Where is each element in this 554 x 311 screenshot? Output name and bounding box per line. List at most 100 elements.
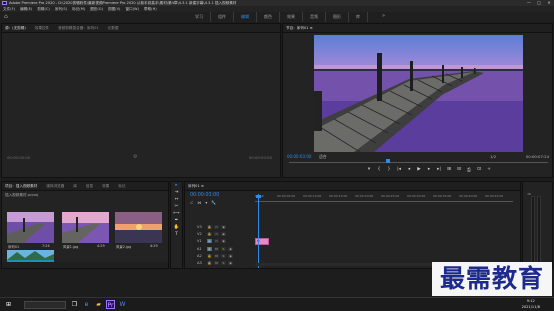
record-button[interactable]: ◉	[228, 246, 233, 251]
menu-help[interactable]: 帮助(H)	[144, 7, 157, 12]
track-header-a3[interactable]: A3 🔒 M S ◉	[197, 259, 255, 266]
export-frame-button[interactable]: ⎙	[464, 167, 474, 173]
workspace-tab-editing[interactable]: 编辑	[234, 12, 257, 22]
menu-markers[interactable]: 标记(M)	[72, 7, 85, 12]
track-header-v3[interactable]: V3 🔒 ▭ ◉	[197, 223, 255, 230]
tab-project[interactable]: 项目：插入视频素材	[5, 184, 37, 189]
track-lock-icon[interactable]: 🔒	[207, 246, 212, 251]
track-sync-icon[interactable]: ▭	[214, 238, 219, 243]
step-back-button[interactable]: ◂	[404, 167, 414, 173]
search-box[interactable]	[24, 301, 66, 309]
play-button[interactable]: ▶	[414, 167, 424, 173]
workspace-tab-learn[interactable]: 学习	[188, 12, 211, 22]
tab-media-browser[interactable]: 媒体浏览器	[46, 184, 64, 189]
step-forward-button[interactable]: ▸	[424, 167, 434, 173]
track-lock-icon[interactable]: 🔒	[207, 231, 212, 236]
record-button[interactable]: ◉	[228, 253, 233, 258]
tab-audio-clip-mixer[interactable]: 音频剪辑混合器：序列01	[58, 26, 99, 31]
menu-sequence[interactable]: 序列(S)	[55, 7, 67, 12]
go-to-in-button[interactable]: |◂	[394, 167, 404, 173]
menu-graphics[interactable]: 图形(G)	[90, 7, 103, 12]
windows-icon[interactable]: ⊞	[4, 300, 13, 309]
tab-metadata[interactable]: 元数据	[108, 26, 119, 31]
program-timecode[interactable]: 00:00:03:00	[287, 154, 311, 159]
record-button[interactable]: ◉	[228, 260, 233, 265]
wrench-icon[interactable]: 🔧	[211, 200, 216, 205]
track-sync-icon[interactable]: ▭	[214, 224, 219, 229]
track-lock-icon[interactable]: 🔒	[207, 238, 212, 243]
program-playhead[interactable]	[386, 159, 390, 163]
track-lock-icon[interactable]: 🔒	[207, 260, 212, 265]
track-eye-icon[interactable]: ◉	[221, 238, 226, 243]
tab-markers[interactable]: 标记	[118, 184, 125, 189]
menu-view[interactable]: 视图(V)	[108, 7, 120, 12]
tab-program[interactable]: 节目：序列01 ≡	[286, 26, 313, 31]
workspace-tab-graphics[interactable]: 图形	[326, 12, 349, 22]
tab-effects[interactable]: 效果	[102, 184, 109, 189]
track-lock-icon[interactable]: 🔒	[207, 253, 212, 258]
program-time-ruler[interactable]	[289, 162, 548, 164]
menu-window[interactable]: 窗口(W)	[125, 7, 139, 12]
button-editor-button[interactable]: +	[484, 167, 494, 173]
ripple-edit-tool-icon[interactable]: ↔	[171, 196, 182, 203]
source-timecode[interactable]: 00:00:00:00	[7, 155, 30, 160]
track-eye-icon[interactable]: ◉	[221, 231, 226, 236]
tab-libraries[interactable]: 库	[73, 184, 77, 189]
track-header-v1[interactable]: V1 🔒 ▭ ◉	[197, 237, 255, 244]
timeline-playhead[interactable]	[258, 194, 259, 268]
slip-tool-icon[interactable]: ⟷	[171, 210, 182, 217]
word-icon[interactable]: W	[118, 300, 127, 309]
workspace-tab-effects[interactable]: 效果	[280, 12, 303, 22]
track-header-a2[interactable]: A2 🔒 M S ◉	[197, 252, 255, 259]
track-header-a1[interactable]: A1 🔒 M S ◉	[197, 245, 255, 252]
tab-sequence[interactable]: 序列01 ≡	[188, 184, 204, 189]
tab-info[interactable]: 信息	[86, 184, 93, 189]
system-clock[interactable]: 9:12 2021/11/8	[522, 299, 540, 310]
type-tool-icon[interactable]: T	[171, 231, 182, 238]
tab-source[interactable]: 源：(无剪辑)	[5, 26, 26, 31]
solo-button[interactable]: S	[221, 246, 226, 251]
compare-view-button[interactable]: ⊡	[474, 167, 484, 173]
solo-button[interactable]: S	[221, 260, 226, 265]
menu-file[interactable]: 文件(F)	[3, 7, 15, 12]
workspace-more-button[interactable]: »	[382, 13, 385, 19]
workspace-tab-libraries[interactable]: 库	[349, 12, 368, 22]
track-select-tool-icon[interactable]: ⇥	[171, 189, 182, 196]
add-marker-icon[interactable]: ▾	[205, 200, 207, 205]
track-eye-icon[interactable]: ◉	[221, 224, 226, 229]
track-lock-icon[interactable]: 🔒	[207, 224, 212, 229]
mute-button[interactable]: M	[214, 260, 219, 265]
mute-button[interactable]: M	[214, 253, 219, 258]
hand-tool-icon[interactable]: ✋	[171, 224, 182, 231]
snap-icon[interactable]: ⊂	[190, 200, 193, 205]
explorer-icon[interactable]: ▰	[94, 300, 103, 309]
project-item-thumbnail[interactable]	[115, 212, 162, 243]
extract-button[interactable]: ⊟	[454, 167, 464, 173]
mute-button[interactable]: M	[214, 246, 219, 251]
solo-button[interactable]: S	[221, 253, 226, 258]
lift-button[interactable]: ⊞	[444, 167, 454, 173]
linked-selection-icon[interactable]: ⋈	[197, 200, 201, 205]
settings-icon[interactable]: ⚙	[133, 154, 137, 160]
premiere-icon[interactable]: Pr	[106, 300, 115, 309]
workspace-tab-audio[interactable]: 音频	[303, 12, 326, 22]
task-view-icon[interactable]: ❐	[70, 300, 79, 309]
go-to-out-button[interactable]: ▸|	[434, 167, 444, 173]
project-item-thumbnail[interactable]	[62, 212, 109, 243]
tab-effect-controls[interactable]: 效果控件	[35, 26, 49, 31]
home-icon[interactable]: ⌂	[4, 14, 10, 20]
workspace-tab-assembly[interactable]: 组件	[211, 12, 234, 22]
menu-edit[interactable]: 编辑(E)	[20, 7, 32, 12]
track-sync-icon[interactable]: ▭	[214, 231, 219, 236]
menu-clip[interactable]: 剪辑(C)	[37, 7, 50, 12]
selection-tool-icon[interactable]: ▸	[171, 182, 182, 189]
edge-icon[interactable]: e	[82, 300, 91, 309]
resolution-dropdown[interactable]: 1/2	[490, 154, 496, 159]
pen-tool-icon[interactable]: ✒	[171, 217, 182, 224]
mark-out-button[interactable]: }	[384, 167, 394, 173]
add-marker-button[interactable]: ▾	[364, 167, 374, 173]
fit-dropdown[interactable]: 适合	[319, 154, 327, 160]
razor-tool-icon[interactable]: ✂	[171, 203, 182, 210]
workspace-tab-color[interactable]: 颜色	[257, 12, 280, 22]
program-video-frame[interactable]	[314, 35, 523, 152]
